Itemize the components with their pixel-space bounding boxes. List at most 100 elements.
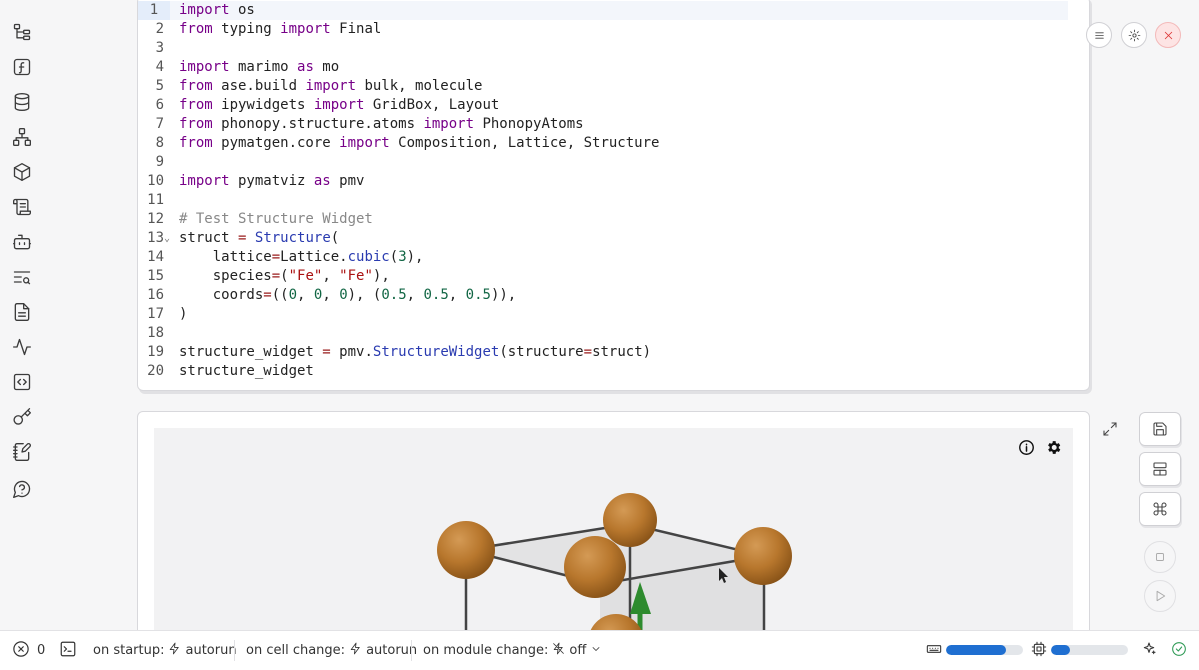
line-number: 12 bbox=[147, 211, 164, 227]
menu-icon[interactable] bbox=[1086, 22, 1112, 48]
on-cell-change-label: on cell change: bbox=[246, 643, 346, 658]
on-startup-label: on startup: bbox=[93, 643, 165, 658]
atom-fe bbox=[564, 536, 626, 598]
code-line[interactable]: 7 from phonopy.structure.atoms import Pho… bbox=[138, 115, 1068, 134]
notebook-pen-icon[interactable] bbox=[11, 441, 33, 463]
code-line[interactable]: 10 import pymatviz as pmv bbox=[138, 172, 1068, 191]
chevron-down-icon bbox=[590, 643, 602, 659]
code-line[interactable]: 19 structure_widget = pmv.StructureWidget… bbox=[138, 343, 1068, 362]
code-line[interactable]: 17) bbox=[138, 305, 1068, 324]
line-number: 4 bbox=[155, 59, 164, 75]
line-number: 17 bbox=[147, 306, 164, 322]
save-icon[interactable] bbox=[1139, 412, 1181, 446]
code-text: structure_widget bbox=[179, 363, 314, 379]
code-line[interactable]: 14 lattice=Lattice.cubic(3), bbox=[138, 248, 1068, 267]
check-circle-icon bbox=[1171, 641, 1187, 661]
code-line[interactable]: 12 # Test Structure Widget bbox=[138, 210, 1068, 229]
lightning-off-icon bbox=[552, 642, 565, 659]
code-text: # Test Structure Widget bbox=[179, 211, 373, 227]
crystal-structure-scene[interactable] bbox=[154, 428, 1073, 638]
code-line[interactable]: 15 species=("Fe", "Fe"), bbox=[138, 267, 1068, 286]
document-icon[interactable] bbox=[11, 301, 33, 323]
code-line[interactable]: 8 from pymatgen.core import Composition, … bbox=[138, 134, 1068, 153]
text-search-icon[interactable] bbox=[11, 266, 33, 288]
code-cell[interactable]: 1 import os 2 from typing import Final 3 4 imp… bbox=[137, 0, 1090, 391]
on-cell-change-setting[interactable]: on cell change: autorun bbox=[246, 631, 417, 670]
file-tree-icon[interactable] bbox=[11, 21, 33, 43]
cpu-icon bbox=[1031, 641, 1047, 661]
code-text: from typing import Final bbox=[179, 21, 382, 37]
code-text: from phonopy.structure.atoms import Phon… bbox=[179, 116, 584, 132]
code-text: lattice=Lattice.cubic(3), bbox=[179, 249, 424, 265]
error-circle-icon bbox=[12, 640, 30, 662]
expand-icon[interactable] bbox=[1102, 421, 1120, 439]
code-line[interactable]: 5 from ase.build import bulk, molecule bbox=[138, 77, 1068, 96]
line-number: 13 bbox=[147, 230, 164, 246]
code-line[interactable]: 1 import os bbox=[138, 1, 1068, 20]
function-icon[interactable] bbox=[11, 56, 33, 78]
code-line[interactable]: 4 import marimo as mo bbox=[138, 58, 1068, 77]
database-icon[interactable] bbox=[11, 91, 33, 113]
line-number: 20 bbox=[147, 363, 164, 379]
line-number: 15 bbox=[147, 268, 164, 284]
command-icon[interactable] bbox=[1139, 492, 1181, 526]
code-text: species=("Fe", "Fe"), bbox=[179, 268, 390, 284]
terminal-button[interactable] bbox=[59, 631, 77, 670]
line-number: 7 bbox=[155, 116, 164, 132]
ai-assist-button[interactable] bbox=[1141, 631, 1157, 670]
on-startup-value: autorun bbox=[185, 643, 237, 658]
close-icon[interactable] bbox=[1155, 22, 1181, 48]
code-line[interactable]: 11 bbox=[138, 191, 1068, 210]
code-editor[interactable]: 1 import os 2 from typing import Final 3 4 imp… bbox=[138, 1, 1068, 381]
code-text: import pymatviz as pmv bbox=[179, 173, 365, 189]
settings-icon[interactable] bbox=[1121, 22, 1147, 48]
line-number: 6 bbox=[155, 97, 164, 113]
code-line[interactable]: 20 structure_widget bbox=[138, 362, 1068, 381]
structure-viewer[interactable] bbox=[154, 428, 1073, 638]
line-number: 14 bbox=[147, 249, 164, 265]
cpu-indicator[interactable] bbox=[1031, 631, 1047, 670]
network-icon[interactable] bbox=[11, 126, 33, 148]
run-icon[interactable] bbox=[1144, 580, 1176, 612]
code-text: from ipywidgets import GridBox, Layout bbox=[179, 97, 500, 113]
layout-icon[interactable] bbox=[1139, 452, 1181, 486]
help-icon[interactable] bbox=[11, 478, 33, 500]
status-ok[interactable] bbox=[1171, 631, 1187, 670]
fold-chevron-icon[interactable]: ⌄ bbox=[164, 229, 170, 248]
code-line[interactable]: 16 coords=((0, 0, 0), (0.5, 0.5, 0.5)), bbox=[138, 286, 1068, 305]
code-line[interactable]: 13 ⌄ struct = Structure( bbox=[138, 229, 1068, 248]
atom-fe bbox=[734, 527, 792, 585]
code-text: struct = Structure( bbox=[179, 230, 340, 246]
stop-icon[interactable] bbox=[1144, 541, 1176, 573]
line-number: 3 bbox=[155, 40, 164, 56]
code-line[interactable]: 2 from typing import Final bbox=[138, 20, 1068, 39]
on-startup-setting[interactable]: on startup: autorun bbox=[93, 631, 237, 670]
atom-fe bbox=[603, 493, 657, 547]
package-icon[interactable] bbox=[11, 161, 33, 183]
terminal-icon bbox=[59, 640, 77, 662]
sidebar bbox=[0, 0, 44, 630]
bot-icon[interactable] bbox=[11, 231, 33, 253]
code-line[interactable]: 9 bbox=[138, 153, 1068, 172]
code-text: from ase.build import bulk, molecule bbox=[179, 78, 483, 94]
scroll-icon[interactable] bbox=[11, 196, 33, 218]
activity-icon[interactable] bbox=[11, 336, 33, 358]
code-text: coords=((0, 0, 0), (0.5, 0.5, 0.5)), bbox=[179, 287, 517, 303]
code-line[interactable]: 18 bbox=[138, 324, 1068, 343]
key-icon[interactable] bbox=[11, 406, 33, 428]
code-square-icon[interactable] bbox=[11, 371, 33, 393]
on-cell-change-value: autorun bbox=[366, 643, 418, 658]
on-module-change-setting[interactable]: on module change: off bbox=[423, 631, 602, 670]
error-count: 0 bbox=[37, 643, 46, 658]
code-line[interactable]: 3 bbox=[138, 39, 1068, 58]
memory-indicator[interactable] bbox=[926, 631, 942, 670]
line-number: 9 bbox=[155, 154, 164, 170]
line-number: 5 bbox=[155, 78, 164, 94]
line-number: 1 bbox=[138, 1, 170, 20]
code-line[interactable]: 6 from ipywidgets import GridBox, Layout bbox=[138, 96, 1068, 115]
on-module-change-value: off bbox=[569, 643, 587, 658]
line-number: 19 bbox=[147, 344, 164, 360]
line-number: 18 bbox=[147, 325, 164, 341]
errors-indicator[interactable]: 0 bbox=[12, 631, 45, 670]
code-text: import os bbox=[179, 2, 255, 18]
